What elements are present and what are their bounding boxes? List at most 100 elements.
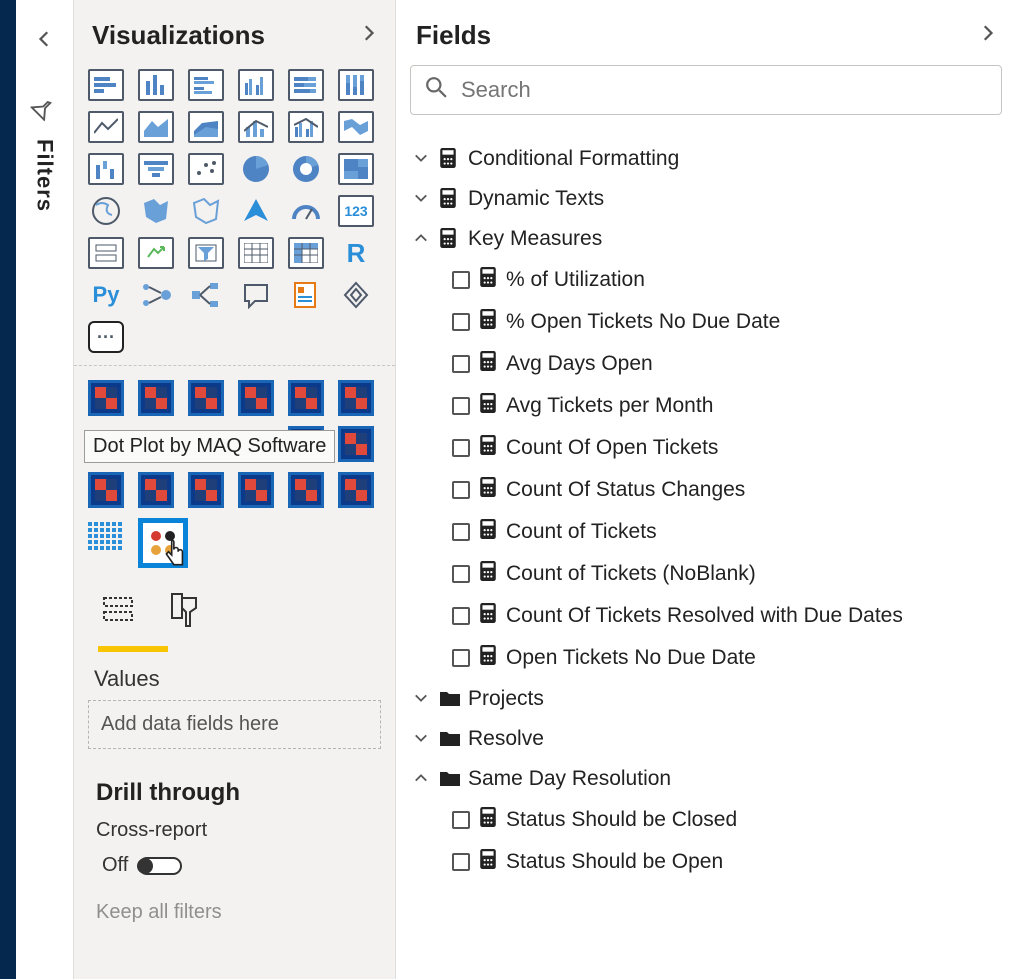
fields-search-input[interactable] [461, 77, 987, 103]
custom-visual-grid-icon[interactable] [88, 518, 124, 554]
viz-paginated-report-icon[interactable] [288, 279, 324, 311]
field-checkbox[interactable] [452, 565, 470, 583]
custom-visual-icon[interactable] [338, 426, 374, 462]
field-row[interactable]: % of Utilization [452, 259, 1006, 301]
table-row[interactable]: Projects [406, 679, 1006, 719]
viz-ribbon-icon[interactable] [338, 111, 374, 143]
viz-qna-icon[interactable] [238, 279, 274, 311]
viz-line-clustered-column-icon[interactable] [288, 111, 324, 143]
viz-stacked-column-icon[interactable] [138, 69, 174, 101]
viz-pie-icon[interactable] [238, 153, 274, 185]
viz-azure-map-icon[interactable] [238, 195, 274, 227]
viz-table-icon[interactable] [238, 237, 274, 269]
viz-get-more-icon[interactable]: ··· [88, 321, 124, 353]
viz-clustered-column-icon[interactable] [238, 69, 274, 101]
custom-visual-icon[interactable] [338, 472, 374, 508]
field-row[interactable]: Avg Tickets per Month [452, 385, 1006, 427]
field-name: Avg Days Open [506, 352, 653, 376]
viz-scatter-icon[interactable] [188, 153, 224, 185]
field-checkbox[interactable] [452, 523, 470, 541]
custom-visual-icon[interactable] [188, 380, 224, 416]
field-row[interactable]: Count Of Open Tickets [452, 427, 1006, 469]
field-checkbox[interactable] [452, 355, 470, 373]
viz-map-icon[interactable] [88, 195, 124, 227]
viz-stacked-bar-icon[interactable] [88, 69, 124, 101]
measure-icon [480, 519, 496, 545]
viz-slicer-icon[interactable] [188, 237, 224, 269]
field-checkbox[interactable] [452, 853, 470, 871]
field-row[interactable]: Status Should be Open [452, 841, 1006, 883]
viz-funnel-icon[interactable] [138, 153, 174, 185]
viz-waterfall-icon[interactable] [88, 153, 124, 185]
viz-donut-icon[interactable] [288, 153, 324, 185]
visualizations-collapse-chevron-icon[interactable] [359, 24, 377, 48]
values-drop-area[interactable]: Add data fields here [88, 700, 381, 749]
viz-card-icon[interactable]: 123 [338, 195, 374, 227]
fields-pane: Fields Conditional FormattingDynamic Tex… [396, 0, 1016, 979]
viz-powerapps-icon[interactable] [338, 279, 374, 311]
field-checkbox[interactable] [452, 481, 470, 499]
viz-decomposition-tree-icon[interactable] [188, 279, 224, 311]
viz-gauge-icon[interactable] [288, 195, 324, 227]
viz-line-icon[interactable] [88, 111, 124, 143]
viz-multirow-card-icon[interactable] [88, 237, 124, 269]
viz-kpi-icon[interactable] [138, 237, 174, 269]
field-name: Count of Tickets (NoBlank) [506, 562, 756, 586]
field-checkbox[interactable] [452, 397, 470, 415]
cross-report-toggle[interactable] [138, 857, 182, 875]
dot-plot-visual-icon[interactable] [138, 518, 188, 568]
viz-line-stacked-column-icon[interactable] [238, 111, 274, 143]
viz-area-icon[interactable] [138, 111, 174, 143]
field-row[interactable]: % Open Tickets No Due Date [452, 301, 1006, 343]
field-row[interactable]: Count of Tickets [452, 511, 1006, 553]
field-checkbox[interactable] [452, 271, 470, 289]
field-checkbox[interactable] [452, 607, 470, 625]
viz-filled-map-icon[interactable] [138, 195, 174, 227]
custom-visual-icon[interactable] [138, 472, 174, 508]
field-checkbox[interactable] [452, 313, 470, 331]
field-row[interactable]: Count of Tickets (NoBlank) [452, 553, 1006, 595]
custom-visual-icon[interactable] [88, 380, 124, 416]
filters-collapse-chevron-icon[interactable] [36, 28, 54, 54]
field-row[interactable]: Status Should be Closed [452, 799, 1006, 841]
viz-matrix-icon[interactable] [288, 237, 324, 269]
custom-visual-icon[interactable] [288, 472, 324, 508]
viz-python-icon[interactable]: Py [88, 279, 124, 311]
table-row[interactable]: Conditional Formatting [406, 139, 1006, 179]
viz-treemap-icon[interactable] [338, 153, 374, 185]
fields-header: Fields [406, 0, 1006, 65]
viz-shape-map-icon[interactable] [188, 195, 224, 227]
viz-key-influencers-icon[interactable] [138, 279, 174, 311]
field-checkbox[interactable] [452, 811, 470, 829]
viz-100-bar-icon[interactable] [288, 69, 324, 101]
viz-100-column-icon[interactable] [338, 69, 374, 101]
table-row[interactable]: Dynamic Texts [406, 179, 1006, 219]
custom-visual-icon[interactable] [338, 380, 374, 416]
filters-funnel-icon [29, 91, 61, 123]
custom-visual-icon[interactable] [88, 472, 124, 508]
table-row[interactable]: Resolve [406, 719, 1006, 759]
format-tab-icon[interactable] [164, 588, 210, 634]
viz-clustered-bar-icon[interactable] [188, 69, 224, 101]
measure-icon [480, 807, 496, 833]
viz-r-script-icon[interactable]: R [338, 237, 374, 269]
custom-visual-icon[interactable] [238, 472, 274, 508]
field-checkbox[interactable] [452, 649, 470, 667]
field-checkbox[interactable] [452, 439, 470, 457]
measure-icon [480, 849, 496, 875]
custom-visual-icon[interactable] [288, 380, 324, 416]
custom-visual-icon[interactable] [188, 472, 224, 508]
field-row[interactable]: Avg Days Open [452, 343, 1006, 385]
measure-icon [480, 435, 496, 461]
fields-search-box[interactable] [410, 65, 1002, 115]
fields-collapse-chevron-icon[interactable] [978, 24, 996, 48]
field-row[interactable]: Open Tickets No Due Date [452, 637, 1006, 679]
fields-well-tab-icon[interactable] [98, 588, 144, 634]
field-row[interactable]: Count Of Tickets Resolved with Due Dates [452, 595, 1006, 637]
custom-visual-icon[interactable] [138, 380, 174, 416]
custom-visual-icon[interactable] [238, 380, 274, 416]
field-row[interactable]: Count Of Status Changes [452, 469, 1006, 511]
table-row[interactable]: Same Day Resolution [406, 759, 1006, 799]
table-row[interactable]: Key Measures [406, 219, 1006, 259]
viz-stacked-area-icon[interactable] [188, 111, 224, 143]
